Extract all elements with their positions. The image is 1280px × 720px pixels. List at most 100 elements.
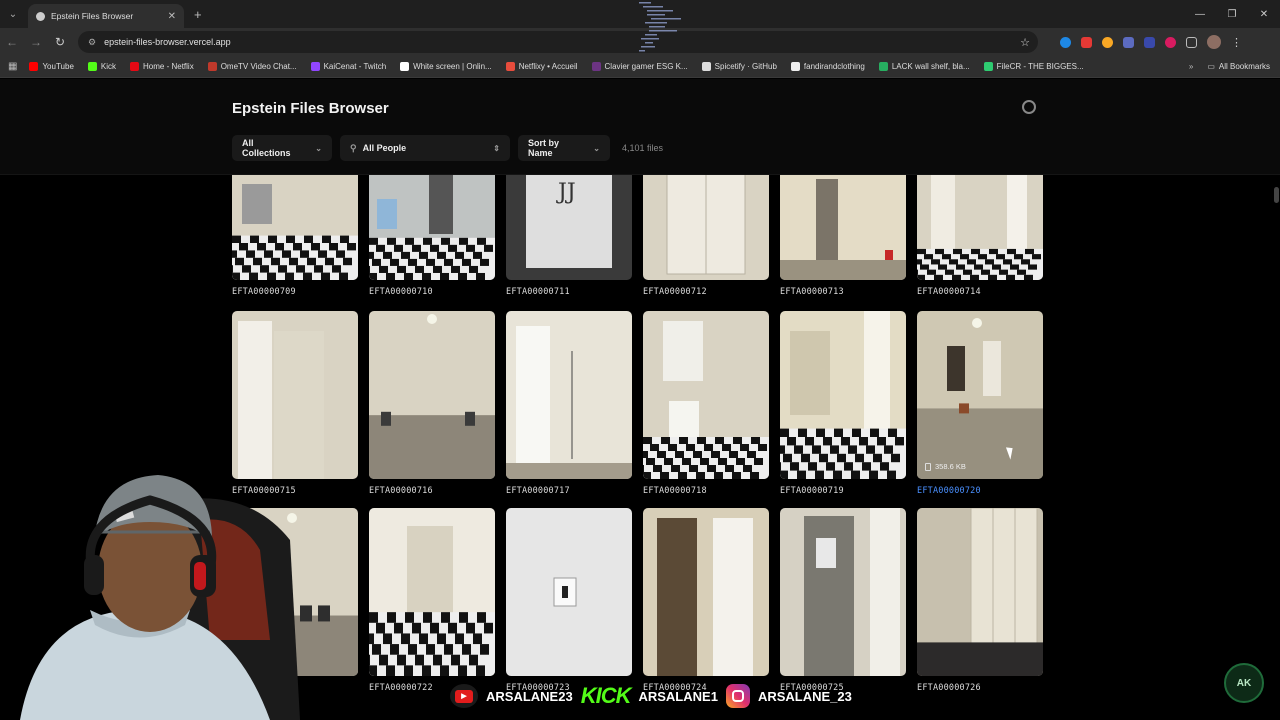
minimize-icon[interactable]: —	[1184, 0, 1216, 28]
file-card[interactable]: 358.6 KB EFTA00000720	[917, 311, 1043, 496]
file-thumbnail[interactable]	[232, 169, 358, 280]
file-name[interactable]: EFTA00000719	[780, 486, 906, 496]
thumbnail-image	[506, 311, 632, 479]
extension-icon[interactable]	[1102, 36, 1113, 48]
file-thumbnail[interactable]	[917, 169, 1043, 280]
file-thumbnail[interactable]: JJ	[506, 169, 632, 280]
github-icon[interactable]	[1022, 100, 1036, 114]
close-window-icon[interactable]: ✕	[1248, 0, 1280, 28]
extensions-row: ⋮	[1060, 35, 1242, 49]
file-thumbnail[interactable]	[643, 508, 769, 676]
file-card[interactable]: EFTA00000722	[369, 508, 495, 693]
bookmark-item[interactable]: Spicetify · GitHub	[701, 62, 777, 71]
file-thumbnail[interactable]	[643, 311, 769, 479]
site-favicon-icon	[36, 11, 45, 21]
file-name[interactable]: EFTA00000718	[643, 486, 769, 496]
apps-grid-icon[interactable]: ▦	[8, 61, 17, 72]
restore-icon[interactable]: ❐	[1216, 0, 1248, 28]
extension-icon[interactable]	[1081, 36, 1092, 48]
file-card[interactable]: EFTA00000709	[232, 169, 358, 297]
bookmark-item[interactable]: Kick	[87, 62, 116, 71]
scrollbar[interactable]	[1272, 175, 1280, 720]
file-thumbnail[interactable]	[780, 508, 906, 676]
scrollbar-thumb[interactable]	[1274, 187, 1279, 203]
more-bookmarks-icon[interactable]: »	[1189, 62, 1193, 71]
url-text: epstein-files-browser.vercel.app	[104, 37, 231, 47]
file-thumbnail[interactable]	[780, 169, 906, 280]
file-thumbnail[interactable]	[917, 508, 1043, 676]
channel-logo-text: AK	[1236, 677, 1252, 689]
file-card[interactable]: EFTA00000723	[506, 508, 632, 693]
site-info-icon[interactable]: ⚙	[88, 37, 96, 48]
extensions-puzzle-icon[interactable]	[1186, 36, 1197, 48]
reload-icon[interactable]: ↻	[48, 35, 72, 49]
bookmark-label: FileCR - THE BIGGES...	[996, 62, 1084, 71]
bookmark-item[interactable]: Netflixy • Accueil	[505, 62, 578, 71]
tab-search-icon[interactable]: ⌄	[0, 0, 26, 28]
file-name[interactable]: EFTA00000720	[917, 486, 1043, 496]
file-name[interactable]: EFTA00000717	[506, 486, 632, 496]
file-name[interactable]: EFTA00000709	[232, 287, 358, 297]
bookmark-favicon-icon	[130, 62, 140, 71]
bookmark-star-icon[interactable]: ☆	[1020, 36, 1038, 49]
file-card[interactable]: EFTA00000714	[917, 169, 1043, 297]
file-thumbnail[interactable]	[232, 311, 358, 479]
bookmark-label: White screen | Onlin...	[413, 62, 492, 71]
back-icon[interactable]: ←	[0, 35, 24, 49]
bookmark-item[interactable]: OmeTV Video Chat...	[207, 62, 297, 71]
bookmark-item[interactable]: Home - Netflix	[130, 62, 194, 71]
file-name[interactable]: EFTA00000713	[780, 287, 906, 297]
bookmark-favicon-icon	[878, 62, 888, 71]
profile-avatar[interactable]	[1207, 35, 1221, 49]
sort-dropdown[interactable]: Sort by Name ⌄	[518, 135, 610, 161]
file-thumbnail[interactable]	[506, 508, 632, 676]
thumbnail-image	[643, 169, 769, 280]
file-thumbnail[interactable]	[369, 169, 495, 280]
file-card[interactable]: EFTA00000725	[780, 508, 906, 693]
all-bookmarks-folder[interactable]: ▭ All Bookmarks	[1207, 62, 1270, 71]
file-thumbnail[interactable]: 358.6 KB	[917, 311, 1043, 479]
file-name[interactable]: EFTA00000712	[643, 287, 769, 297]
bookmark-item[interactable]: Clavier gamer ESG K...	[591, 62, 688, 71]
file-card[interactable]: EFTA00000710	[369, 169, 495, 297]
file-name[interactable]: EFTA00000714	[917, 287, 1043, 297]
bookmark-item[interactable]: YouTube	[29, 62, 74, 71]
file-card[interactable]: JJ EFTA00000711	[506, 169, 632, 297]
file-name[interactable]: EFTA00000711	[506, 287, 632, 297]
file-thumbnail[interactable]	[369, 311, 495, 479]
file-card[interactable]: EFTA00000712	[643, 169, 769, 297]
file-name[interactable]: EFTA00000716	[369, 486, 495, 496]
code-snippet-overlay	[639, 2, 681, 52]
close-tab-icon[interactable]: ✕	[168, 11, 176, 22]
extension-icon[interactable]	[1144, 36, 1155, 48]
file-card[interactable]: EFTA00000719	[780, 311, 906, 496]
extension-icon[interactable]	[1165, 36, 1176, 48]
extension-icon[interactable]	[1060, 36, 1071, 48]
file-name[interactable]: EFTA00000710	[369, 287, 495, 297]
bookmark-item[interactable]: LACK wall shelf, bla...	[878, 62, 970, 71]
file-card[interactable]: EFTA00000717	[506, 311, 632, 496]
file-card[interactable]: EFTA00000718	[643, 311, 769, 496]
forward-icon[interactable]: →	[24, 35, 48, 49]
people-dropdown[interactable]: ⚲ All People ⇕	[340, 135, 510, 161]
file-thumbnail[interactable]	[643, 169, 769, 280]
tab-epstein-files[interactable]: Epstein Files Browser ✕	[28, 4, 184, 28]
bookmark-label: Home - Netflix	[143, 62, 194, 71]
file-name[interactable]: EFTA00000726	[917, 683, 1043, 693]
bookmark-item[interactable]: KaiCenat - Twitch	[310, 62, 386, 71]
collections-dropdown[interactable]: All Collections ⌄	[232, 135, 332, 161]
file-card[interactable]: EFTA00000724	[643, 508, 769, 693]
file-card[interactable]: EFTA00000726	[917, 508, 1043, 693]
file-thumbnail[interactable]	[506, 311, 632, 479]
translate-extension-icon[interactable]	[1123, 36, 1134, 48]
file-thumbnail[interactable]	[369, 508, 495, 676]
file-thumbnail[interactable]	[780, 311, 906, 479]
file-card[interactable]: EFTA00000716	[369, 311, 495, 496]
new-tab-icon[interactable]: +	[194, 7, 202, 22]
bookmark-item[interactable]: FileCR - THE BIGGES...	[983, 62, 1084, 71]
browser-menu-icon[interactable]: ⋮	[1231, 36, 1242, 49]
bookmark-item[interactable]: White screen | Onlin...	[400, 62, 492, 71]
file-card[interactable]: EFTA00000713	[780, 169, 906, 297]
address-bar[interactable]: ⚙ epstein-files-browser.vercel.app ☆	[78, 31, 1038, 53]
bookmark-item[interactable]: fandirandclothing	[790, 62, 865, 71]
